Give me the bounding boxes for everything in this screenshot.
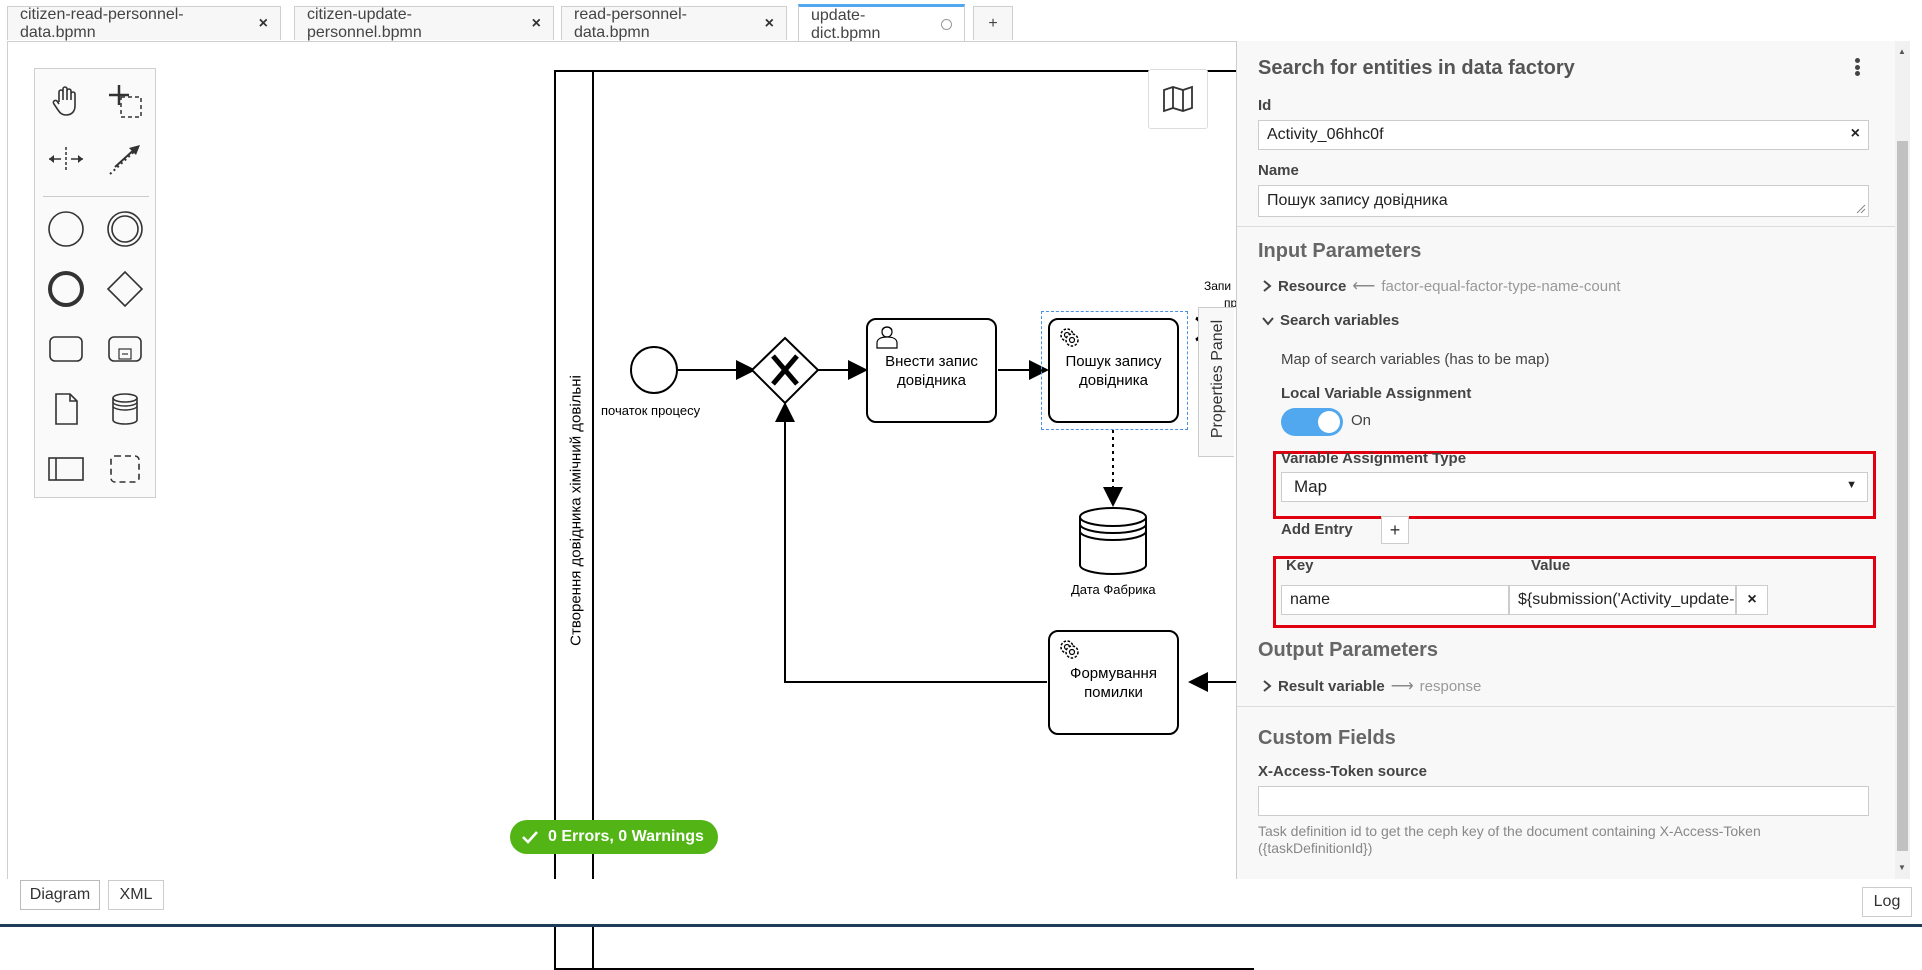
tab-xml[interactable]: XML (108, 880, 164, 910)
id-value: Activity_06hhc0f (1267, 126, 1384, 143)
properties-panel-toggle[interactable]: Properties Panel (1198, 307, 1234, 457)
log-button[interactable]: Log (1862, 887, 1912, 917)
validation-text: 0 Errors, 0 Warnings (548, 828, 704, 845)
resize-handle-icon (1856, 204, 1866, 214)
task-label: Формування помилки (1070, 664, 1157, 701)
add-entry-button[interactable]: + (1381, 516, 1409, 544)
custom-fields-header: Custom Fields (1258, 727, 1396, 749)
scroll-up-icon[interactable]: ▲ (1898, 47, 1906, 56)
space-tool-icon[interactable] (44, 137, 88, 181)
value-header: Value (1531, 557, 1571, 574)
add-entry-label: Add Entry (1281, 521, 1353, 538)
resource-value: factor-equal-factor-type-name-count (1381, 277, 1621, 295)
name-textarea[interactable]: Пошук запису довідника (1258, 185, 1869, 217)
lasso-tool-icon[interactable] (103, 79, 147, 123)
end-event-icon[interactable] (44, 267, 88, 311)
properties-panel-toggle-label: Properties Panel (1209, 319, 1226, 439)
service-task-icon (1056, 636, 1082, 667)
checkmark-icon (522, 831, 538, 844)
x-access-token-hint: Task definition id to get the ceph key o… (1258, 823, 1761, 856)
group-icon[interactable] (103, 447, 147, 491)
pool-label: Створення довідника хімічний довільні (567, 375, 585, 646)
output-parameters-header: Output Parameters (1258, 639, 1439, 661)
close-icon: × (1747, 591, 1757, 608)
x-access-token-input[interactable] (1258, 786, 1869, 816)
panel-scrollbar[interactable]: ▲ ▼ (1895, 41, 1910, 879)
subprocess-icon[interactable] (103, 327, 147, 371)
entry-key-value: name (1290, 591, 1331, 608)
more-options-icon[interactable] (1850, 56, 1864, 78)
scrollbar-thumb[interactable] (1897, 141, 1908, 851)
result-variable-collapsible[interactable]: Result variable ⟶ response (1262, 676, 1481, 696)
entry-value-value: ${submission('Activity_update-dic (1518, 591, 1736, 608)
data-object-icon[interactable] (44, 387, 88, 431)
search-variables-collapsible[interactable]: Search variables (1262, 312, 1399, 329)
service-task-icon (1056, 324, 1082, 355)
gateway-icon[interactable] (103, 267, 147, 311)
task-search-record[interactable]: Пошук запису довідника (1048, 318, 1179, 423)
id-label: Id (1258, 97, 1272, 114)
task-label: Внести запис довідника (885, 352, 978, 389)
resource-collapsible[interactable]: Resource ⟵ factor-equal-factor-type-name… (1262, 276, 1621, 296)
tab-diagram[interactable]: Diagram (20, 880, 100, 910)
partial-label: Запи (1204, 279, 1232, 293)
minimap-toggle-button[interactable] (1148, 69, 1208, 129)
bottom-bar: Diagram XML Log (0, 879, 1922, 927)
clear-icon[interactable]: × (1851, 125, 1860, 143)
validation-badge[interactable]: 0 Errors, 0 Warnings (510, 820, 718, 854)
task-add-record[interactable]: Внести запис довідника (866, 318, 997, 423)
arrow-left-icon: ⟵ (1352, 278, 1376, 295)
chevron-right-icon (1263, 680, 1272, 692)
local-variable-toggle[interactable] (1281, 408, 1343, 436)
map-description: Map of search variables (has to be map) (1281, 351, 1550, 368)
start-event-label: початок процесу (601, 403, 701, 418)
chevron-down-icon (1262, 316, 1274, 326)
data-store-icon[interactable] (103, 387, 147, 431)
result-variable-label: Result variable (1278, 677, 1385, 695)
task-form-error[interactable]: Формування помилки (1048, 630, 1179, 735)
resource-label: Resource (1278, 277, 1347, 295)
user-task-icon (874, 324, 900, 355)
dropdown-arrow-icon: ▼ (1846, 479, 1857, 491)
variable-assignment-type-label: Variable Assignment Type (1281, 450, 1467, 467)
key-header: Key (1286, 557, 1314, 574)
name-value: Пошук запису довідника (1267, 192, 1448, 209)
remove-entry-button[interactable]: × (1736, 585, 1768, 615)
connect-tool-icon[interactable] (103, 137, 147, 181)
result-variable-value: response (1419, 677, 1482, 695)
entry-key-input[interactable]: name (1281, 585, 1509, 615)
x-access-token-label: X-Access-Token source (1258, 763, 1427, 780)
panel-title: Search for entities in data factory (1258, 57, 1575, 79)
divider (1237, 706, 1895, 707)
local-variable-label: Local Variable Assignment (1281, 385, 1472, 402)
chevron-right-icon (1263, 280, 1272, 292)
select-value: Map (1294, 477, 1328, 496)
palette-separator (43, 196, 149, 197)
arrow-right-icon: ⟶ (1390, 678, 1414, 695)
hand-tool-icon[interactable] (44, 79, 88, 123)
properties-panel: Search for entities in data factory Id A… (1236, 41, 1895, 879)
toggle-state-text: On (1351, 412, 1372, 429)
input-parameters-header: Input Parameters (1258, 240, 1422, 262)
task-icon[interactable] (44, 327, 88, 371)
map-icon (1163, 85, 1193, 113)
task-label: Пошук запису довідника (1065, 352, 1162, 389)
start-event-icon[interactable] (44, 207, 88, 251)
tool-palette (34, 68, 156, 498)
pool-icon[interactable] (44, 447, 88, 491)
divider (1237, 226, 1895, 227)
name-label: Name (1258, 162, 1299, 179)
id-input[interactable]: Activity_06hhc0f × (1258, 120, 1869, 150)
entry-value-input[interactable]: ${submission('Activity_update-dic (1509, 585, 1736, 615)
search-variables-label: Search variables (1280, 312, 1400, 329)
intermediate-event-icon[interactable] (103, 207, 147, 251)
data-store-label: Дата Фабрика (1071, 582, 1156, 597)
variable-assignment-type-select[interactable]: Map ▼ (1281, 472, 1868, 502)
scroll-down-icon[interactable]: ▼ (1898, 863, 1906, 872)
